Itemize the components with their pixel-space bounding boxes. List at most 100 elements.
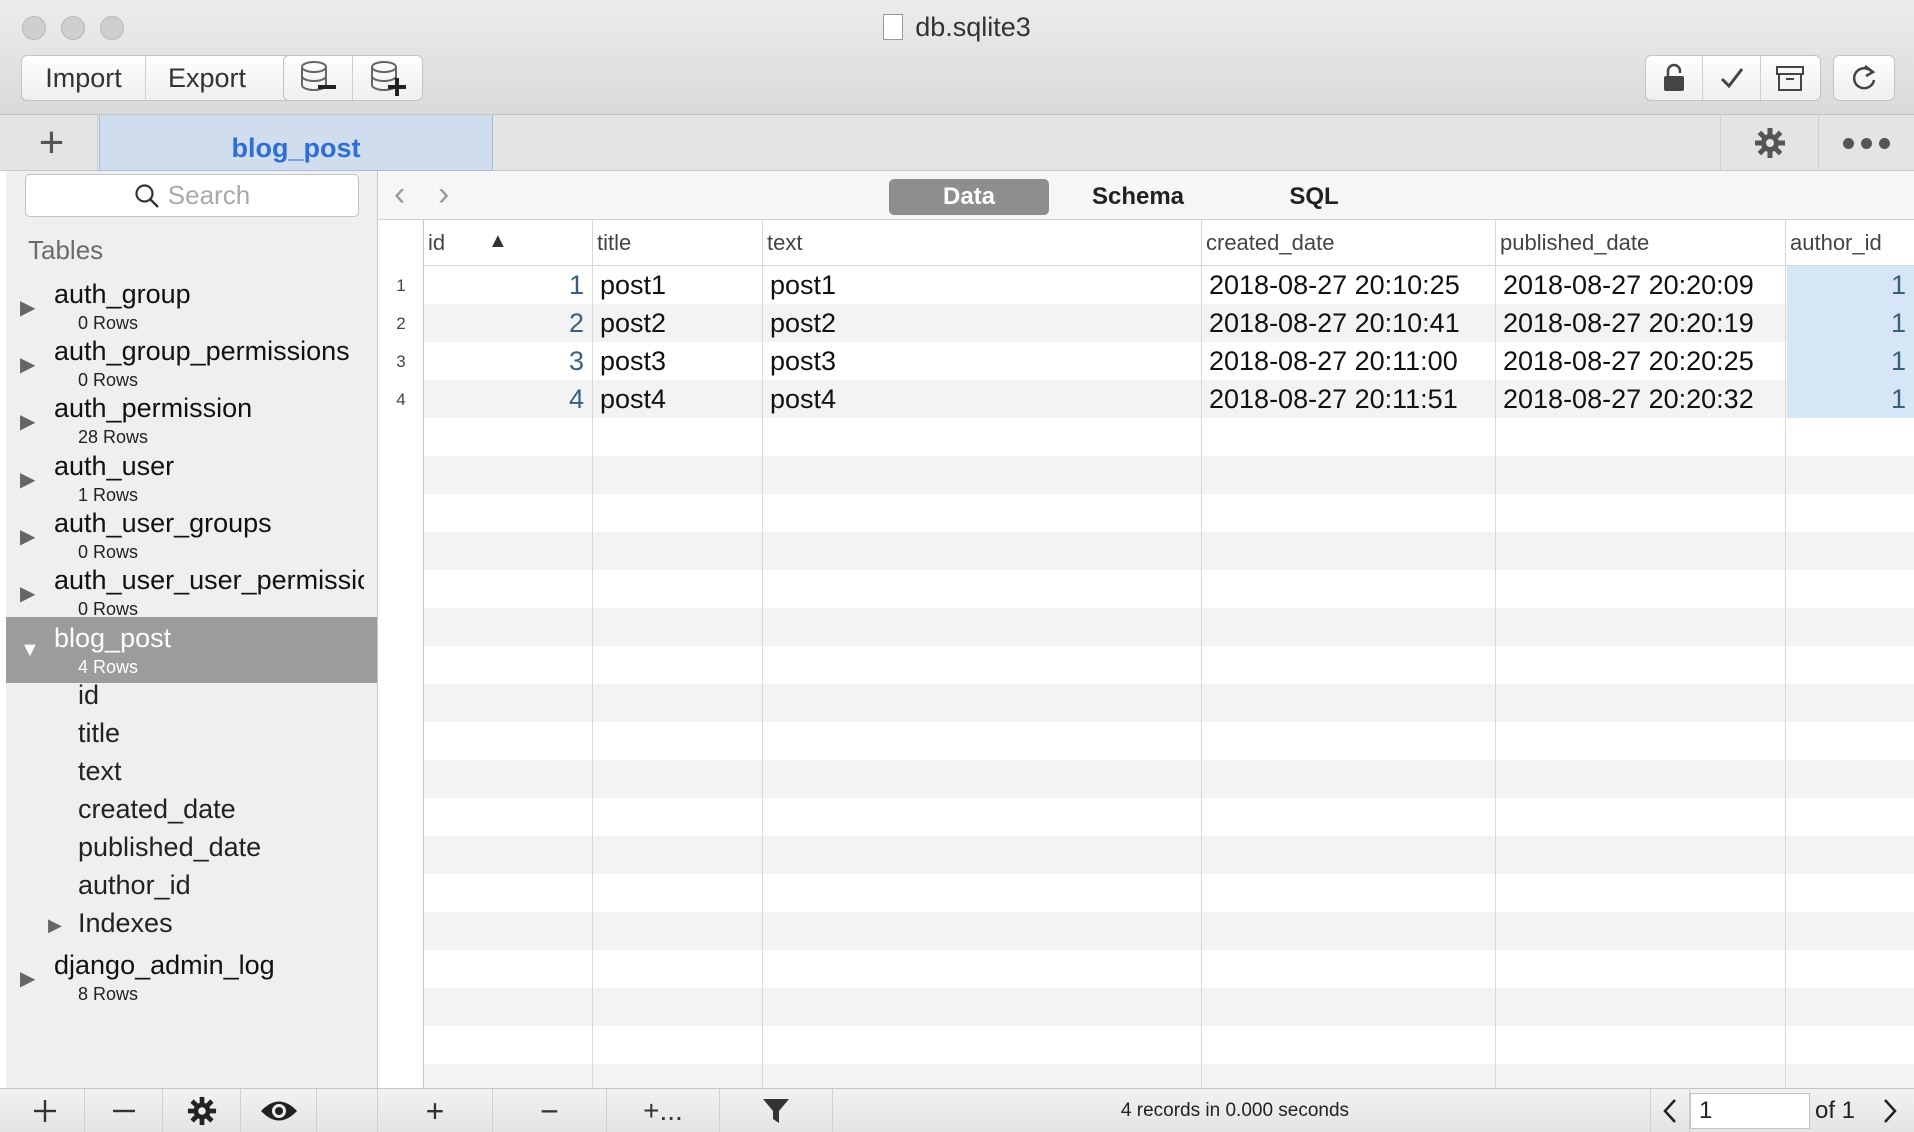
cell-text[interactable]: post1 [763, 266, 1201, 304]
eye-icon [260, 1101, 297, 1121]
db-remove-icon [301, 61, 336, 91]
column-item[interactable]: created_date [78, 794, 236, 825]
column-header-id[interactable]: id ▲ [424, 220, 593, 266]
row-number[interactable]: 2 [378, 314, 424, 334]
cell-text[interactable]: post4 [763, 380, 1201, 418]
content-header: ‹ › Data Schema SQL [378, 171, 1914, 220]
disclosure-right-icon[interactable]: ▶ [20, 581, 35, 606]
more-options-button[interactable] [1818, 115, 1914, 171]
column-header-title[interactable]: title [593, 220, 763, 266]
table-name: auth_user_groups [54, 508, 272, 538]
search-icon [135, 183, 159, 208]
page-total: of 1 [1815, 1097, 1856, 1124]
disclosure-right-icon[interactable]: ▶ [20, 467, 35, 492]
settings-button[interactable] [1720, 115, 1818, 171]
cell-title[interactable]: post1 [593, 266, 762, 304]
next-page-button[interactable] [1872, 1089, 1908, 1132]
cell-created-date[interactable]: 2018-08-27 20:11:51 [1202, 380, 1495, 418]
cell-author-id[interactable]: 1 [1787, 342, 1914, 380]
column-header-created-date[interactable]: created_date [1202, 220, 1496, 266]
remove-row-button[interactable]: − [493, 1089, 607, 1132]
column-item[interactable]: title [78, 718, 120, 749]
lock-button[interactable] [1646, 56, 1704, 100]
column-header-author-id[interactable]: author_id [1786, 220, 1914, 266]
disclosure-right-icon[interactable]: ▶ [20, 409, 35, 434]
table-name: auth_group [54, 279, 191, 309]
row-number[interactable]: 1 [378, 276, 424, 296]
add-row-button[interactable]: + [378, 1089, 493, 1132]
add-database-button[interactable] [353, 56, 422, 100]
more-dots-icon [1843, 137, 1854, 149]
cell-created-date[interactable]: 2018-08-27 20:10:25 [1202, 266, 1495, 304]
db-add-icon [370, 61, 406, 96]
disclosure-right-icon[interactable]: ▶ [20, 295, 35, 320]
table-name: auth_user [54, 451, 175, 481]
sidebar-item-blog-post[interactable]: ▼ blog_post 4 Rows [6, 617, 377, 683]
cell-id[interactable]: 3 [424, 342, 592, 380]
cell-text[interactable]: post2 [763, 304, 1201, 342]
disclosure-right-icon[interactable]: ▶ [20, 524, 35, 549]
cell-id[interactable]: 2 [424, 304, 592, 342]
window-chrome: db.sqlite3 Import Export [0, 0, 1914, 115]
sidebar-item-django-admin-log[interactable]: ▶ django_admin_log 8 Rows [6, 944, 377, 1010]
sidebar-item-auth-permission[interactable]: ▶ auth_permission 28 Rows [6, 387, 377, 453]
cell-created-date[interactable]: 2018-08-27 20:10:41 [1202, 304, 1495, 342]
preview-button[interactable] [241, 1089, 317, 1132]
remove-table-button[interactable] [85, 1089, 163, 1132]
add-column-button[interactable]: +... [607, 1089, 720, 1132]
column-item[interactable]: author_id [78, 870, 191, 901]
row-number[interactable]: 4 [378, 390, 424, 410]
commit-button[interactable] [1703, 56, 1761, 100]
minus-icon [112, 1109, 135, 1113]
cell-author-id[interactable]: 1 [1787, 266, 1914, 304]
bottom-bar: + − +... 4 records in 0.000 seconds 1 of… [0, 1088, 1914, 1132]
filter-button[interactable] [720, 1089, 833, 1132]
column-item[interactable]: text [78, 756, 122, 787]
remove-database-button[interactable] [284, 56, 353, 100]
cell-published-date[interactable]: 2018-08-27 20:20:32 [1496, 380, 1785, 418]
table-settings-button[interactable] [163, 1089, 241, 1132]
back-arrow-icon[interactable]: ‹ [394, 175, 405, 214]
cell-id[interactable]: 4 [424, 380, 592, 418]
refresh-button[interactable] [1834, 56, 1894, 100]
cell-author-id[interactable]: 1 [1787, 380, 1914, 418]
disclosure-down-icon[interactable]: ▼ [20, 639, 40, 662]
tab-blog-post[interactable]: blog_post [99, 115, 493, 171]
cell-id[interactable]: 1 [424, 266, 592, 304]
tab-sql[interactable]: SQL [1234, 179, 1394, 215]
cell-published-date[interactable]: 2018-08-27 20:20:25 [1496, 342, 1785, 380]
add-table-button[interactable] [6, 1089, 85, 1132]
tab-schema[interactable]: Schema [1058, 179, 1218, 215]
add-tab-button[interactable]: + [6, 115, 98, 171]
column-header-published-date[interactable]: published_date [1496, 220, 1786, 266]
cell-title[interactable]: post3 [593, 342, 762, 380]
column-header-text[interactable]: text [763, 220, 1202, 266]
cell-text[interactable]: post3 [763, 342, 1201, 380]
sort-ascending-icon: ▲ [488, 230, 508, 252]
indexes-item[interactable]: Indexes [78, 908, 173, 939]
sidebar-item-auth-user-user-permissions[interactable]: ▶ auth_user_user_permissic 0 Rows [6, 559, 377, 625]
previous-page-button[interactable] [1650, 1089, 1690, 1132]
gear-icon [1754, 128, 1785, 158]
page-number-input[interactable]: 1 [1690, 1093, 1810, 1129]
column-item[interactable]: published_date [78, 832, 261, 863]
forward-arrow-icon[interactable]: › [438, 175, 449, 214]
row-number[interactable]: 3 [378, 352, 424, 372]
cell-published-date[interactable]: 2018-08-27 20:20:09 [1496, 266, 1785, 304]
disclosure-right-icon[interactable]: ▶ [20, 352, 35, 377]
column-item[interactable]: id [78, 680, 99, 711]
disclosure-right-icon[interactable]: ▶ [20, 966, 35, 991]
import-button[interactable]: Import [22, 56, 146, 100]
tab-data[interactable]: Data [889, 179, 1049, 215]
cell-published-date[interactable]: 2018-08-27 20:20:19 [1496, 304, 1785, 342]
cell-title[interactable]: post4 [593, 380, 762, 418]
archive-button[interactable] [1761, 56, 1820, 100]
cell-author-id[interactable]: 1 [1787, 304, 1914, 342]
cell-created-date[interactable]: 2018-08-27 20:11:00 [1202, 342, 1495, 380]
cell-title[interactable]: post2 [593, 304, 762, 342]
search-input[interactable]: Search [25, 174, 359, 217]
tab-bar: + blog_post [0, 115, 1914, 171]
export-button[interactable]: Export [146, 56, 268, 100]
row-number-gutter: 1 2 3 4 [378, 220, 424, 1088]
disclosure-right-icon[interactable]: ▶ [48, 915, 62, 936]
